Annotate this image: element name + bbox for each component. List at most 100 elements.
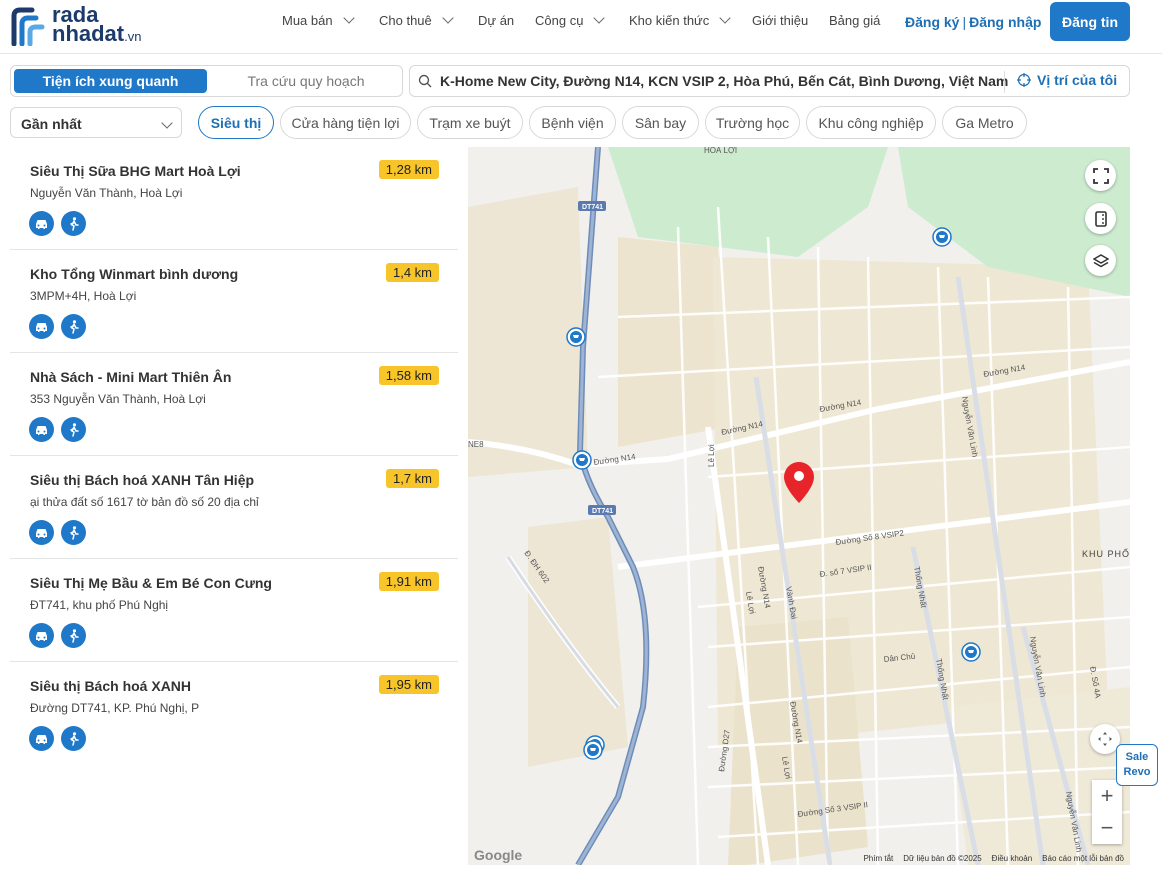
map-view[interactable]: HOÀ LỢI NE8 Đường N14 Đường N14 Đường N1… — [468, 147, 1130, 865]
chip-ga-metro[interactable]: Ga Metro — [942, 106, 1027, 139]
layers-icon — [1092, 253, 1109, 267]
post-listing-button[interactable]: Đăng tin — [1050, 2, 1130, 41]
top-header: rada nhadat.vn Mua bán Cho thuê Dự án Cô… — [0, 0, 1162, 54]
walk-icon — [69, 628, 79, 643]
shopping-cart-marker-icon[interactable] — [572, 450, 592, 470]
google-logo: Google — [474, 847, 523, 863]
fullscreen-icon — [1092, 167, 1109, 184]
nav-gioi-thieu[interactable]: Giới thiệu — [752, 13, 808, 28]
place-address: 3MPM+4H, Hoà Lợi — [30, 289, 137, 303]
my-location-button[interactable]: Vị trí của tôi — [1017, 72, 1117, 88]
sort-select[interactable]: Gần nhất — [10, 107, 182, 138]
chip-khu-cong-nghiep[interactable]: Khu công nghiệp — [806, 106, 936, 139]
site-logo[interactable]: rada nhadat.vn — [10, 4, 160, 46]
nav-kho-kien-thuc[interactable]: Kho kiến thức — [629, 12, 731, 28]
shopping-cart-marker-icon[interactable] — [961, 642, 981, 662]
walk-icon — [69, 731, 79, 746]
fullscreen-button[interactable] — [1085, 160, 1116, 191]
map-label: NE8 — [468, 440, 484, 449]
car-icon — [36, 425, 47, 435]
walk-icon — [69, 216, 79, 231]
list-item[interactable]: Siêu thị Bách hoá XANH Tân Hiệp ại thửa … — [10, 456, 458, 559]
legend-button[interactable] — [1085, 203, 1116, 234]
car-route-button[interactable] — [29, 623, 54, 648]
list-item[interactable]: Siêu Thị Mẹ Bầu & Em Bé Con Cưng ĐT741, … — [10, 559, 458, 662]
car-route-button[interactable] — [29, 211, 54, 236]
zoom-out-button[interactable]: − — [1092, 812, 1122, 844]
distance-badge: 1,91 km — [378, 572, 439, 591]
report-error-link[interactable]: Báo cáo một lỗi bản đồ — [1042, 854, 1124, 863]
car-route-button[interactable] — [29, 520, 54, 545]
zoom-control: + − — [1092, 780, 1122, 844]
car-icon — [36, 631, 47, 641]
walk-route-button[interactable] — [61, 211, 86, 236]
chip-truong-hoc[interactable]: Trường học — [705, 106, 800, 139]
list-item[interactable]: Nhà Sách - Mini Mart Thiên Ân 353 Nguyễn… — [10, 353, 458, 456]
layers-button[interactable] — [1085, 245, 1116, 276]
walk-route-button[interactable] — [61, 417, 86, 442]
distance-badge: 1,58 km — [378, 366, 439, 385]
list-item[interactable]: Siêu thị Bách hoá XANH Đường DT741, KP. … — [10, 662, 458, 765]
list-item[interactable]: Siêu Thị Sữa BHG Mart Hoà Lợi Nguyễn Văn… — [10, 147, 458, 250]
shopping-cart-marker-icon[interactable] — [566, 327, 586, 347]
place-address: ại thửa đất số 1617 tờ bản đồ số 20 địa … — [30, 495, 259, 509]
map-canvas[interactable]: HOÀ LỢI NE8 Đường N14 Đường N14 Đường N1… — [468, 147, 1130, 865]
walk-route-button[interactable] — [61, 520, 86, 545]
place-name: Nhà Sách - Mini Mart Thiên Ân — [30, 369, 232, 385]
distance-badge: 1,28 km — [378, 160, 439, 179]
walk-route-button[interactable] — [61, 726, 86, 751]
road-shield: DT741 — [582, 204, 603, 211]
walk-icon — [69, 422, 79, 437]
car-route-button[interactable] — [29, 726, 54, 751]
nav-bang-gia[interactable]: Bảng giá — [829, 13, 880, 28]
walk-icon — [69, 319, 79, 334]
walk-icon — [69, 525, 79, 540]
nav-cong-cu[interactable]: Công cụ — [535, 12, 606, 28]
place-address: Nguyễn Văn Thành, Hoà Lợi — [30, 186, 183, 200]
place-name: Siêu Thị Sữa BHG Mart Hoà Lợi — [30, 163, 241, 179]
search-input[interactable]: K-Home New City, Đường N14, KCN VSIP 2, … — [440, 73, 1008, 89]
car-route-button[interactable] — [29, 314, 54, 339]
place-name: Siêu Thị Mẹ Bầu & Em Bé Con Cưng — [30, 575, 272, 591]
chevron-down-icon — [161, 117, 173, 129]
address-search[interactable]: K-Home New City, Đường N14, KCN VSIP 2, … — [409, 65, 1130, 97]
place-address: Đường DT741, KP. Phú Nghị, P — [30, 701, 200, 715]
move-arrows-icon — [1098, 732, 1112, 746]
map-footer: Phím tắt Dữ liệu bản đồ ©2025 Điều khoản… — [863, 854, 1124, 863]
list-item[interactable]: Kho Tổng Winmart bình dương 3MPM+4H, Hoà… — [10, 250, 458, 353]
chip-benh-vien[interactable]: Bệnh viện — [529, 106, 616, 139]
chip-sieu-thi[interactable]: Siêu thị — [198, 106, 274, 139]
crosshair-icon — [1017, 73, 1031, 87]
map-label: Lê Lợi — [707, 444, 716, 467]
map-data-credit: Dữ liệu bản đồ ©2025 — [903, 854, 982, 863]
walk-route-button[interactable] — [61, 314, 86, 339]
keyboard-shortcuts-link[interactable]: Phím tắt — [863, 854, 893, 863]
logo-word-2: nhadat.vn — [52, 21, 142, 46]
tab-nearby-amenities[interactable]: Tiện ích xung quanh — [14, 69, 207, 93]
place-address: 353 Nguyễn Văn Thành, Hoà Lợi — [30, 392, 206, 406]
car-route-button[interactable] — [29, 417, 54, 442]
login-link[interactable]: Đăng nhập — [969, 14, 1041, 30]
car-icon — [36, 322, 47, 332]
sale-revo-badge[interactable]: Sale Revo — [1116, 744, 1158, 786]
shopping-cart-marker-icon[interactable] — [932, 227, 952, 247]
nav-du-an[interactable]: Dự án — [478, 13, 514, 28]
nav-mua-ban[interactable]: Mua bán — [282, 12, 355, 28]
car-icon — [36, 734, 47, 744]
distance-badge: 1,4 km — [385, 263, 439, 282]
chip-san-bay[interactable]: Sân bay — [622, 106, 699, 139]
place-list: Siêu Thị Sữa BHG Mart Hoà Lợi Nguyễn Văn… — [10, 147, 458, 872]
terms-link[interactable]: Điều khoản — [992, 854, 1032, 863]
shopping-cart-marker-icon[interactable] — [583, 740, 603, 760]
walk-route-button[interactable] — [61, 623, 86, 648]
road-shield: DT741 — [592, 508, 613, 515]
distance-badge: 1,95 km — [378, 675, 439, 694]
nav-cho-thue[interactable]: Cho thuê — [379, 12, 454, 28]
tab-planning-lookup[interactable]: Tra cứu quy hoạch — [216, 69, 396, 93]
divider — [1004, 71, 1005, 93]
register-link[interactable]: Đăng ký — [905, 14, 959, 30]
place-name: Siêu thị Bách hoá XANH — [30, 678, 192, 694]
chip-cua-hang-tien-loi[interactable]: Cửa hàng tiện lợi — [280, 106, 411, 139]
chip-tram-xe-buyt[interactable]: Trạm xe buýt — [417, 106, 523, 139]
map-label: KHU PHỐ — [1082, 548, 1130, 559]
